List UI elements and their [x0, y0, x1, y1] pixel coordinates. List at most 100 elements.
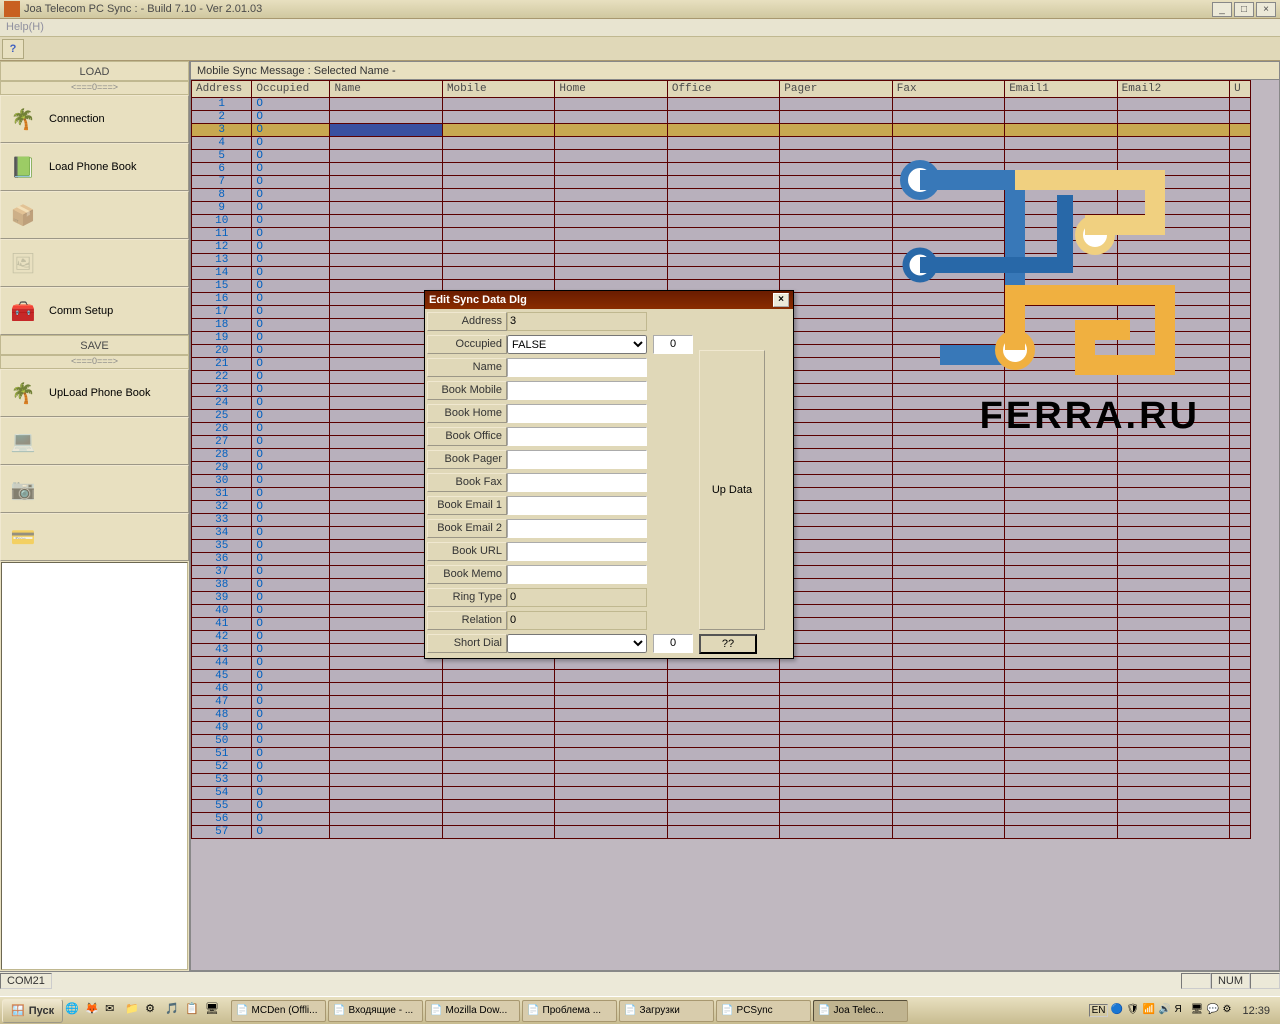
start-button[interactable]: 🪟Пуск: [2, 999, 63, 1023]
quicklaunch-icon[interactable]: 🎵: [165, 1002, 183, 1020]
up-data-button[interactable]: Up Data: [699, 350, 765, 630]
dialog-titlebar[interactable]: Edit Sync Data Dlg ×: [425, 291, 793, 309]
upload-phone-book-button[interactable]: 🌴 UpLoad Phone Book: [0, 369, 189, 417]
table-row[interactable]: 1O: [192, 98, 1251, 111]
close-button[interactable]: ×: [1256, 2, 1276, 17]
field-label: Book URL: [427, 542, 507, 561]
book-memo-field[interactable]: [507, 565, 647, 584]
table-row[interactable]: 56O: [192, 813, 1251, 826]
tray-icon[interactable]: Я: [1174, 1004, 1188, 1018]
table-row[interactable]: 55O: [192, 800, 1251, 813]
question-button[interactable]: ??: [699, 634, 757, 654]
tray-icon[interactable]: ⚙: [1222, 1004, 1236, 1018]
taskbar-task[interactable]: 📄Joa Telec...: [813, 1000, 908, 1022]
column-header[interactable]: Email2: [1117, 81, 1229, 98]
tray-icon[interactable]: 🛡: [1126, 1004, 1140, 1018]
table-row[interactable]: 49O: [192, 722, 1251, 735]
tray-icon[interactable]: 🖥: [1190, 1004, 1204, 1018]
palm-tree-icon: 🌴: [9, 105, 37, 133]
table-row[interactable]: 6O: [192, 163, 1251, 176]
taskbar-task[interactable]: 📄MCDen (Offli...: [231, 1000, 326, 1022]
book-fax-field[interactable]: [507, 473, 647, 492]
load-phone-book-button[interactable]: 📗 Load Phone Book: [0, 143, 189, 191]
table-row[interactable]: 12O: [192, 241, 1251, 254]
camera-icon: 📷: [9, 475, 37, 503]
table-row[interactable]: 51O: [192, 748, 1251, 761]
address-field: 3: [507, 312, 647, 331]
table-row[interactable]: 45O: [192, 670, 1251, 683]
book-pager-field[interactable]: [507, 450, 647, 469]
column-header[interactable]: Office: [667, 81, 779, 98]
dialog-close-button[interactable]: ×: [773, 293, 789, 307]
column-header[interactable]: Home: [555, 81, 667, 98]
table-row[interactable]: 48O: [192, 709, 1251, 722]
name-field[interactable]: [507, 358, 647, 377]
tray-icon[interactable]: 🔊: [1158, 1004, 1172, 1018]
book-url-field[interactable]: [507, 542, 647, 561]
table-row[interactable]: 3O: [192, 124, 1251, 137]
book-mobile-field[interactable]: [507, 381, 647, 400]
short-dial-select[interactable]: [507, 634, 647, 653]
column-header[interactable]: Address: [192, 81, 252, 98]
book-home-field[interactable]: [507, 404, 647, 423]
quicklaunch-icon[interactable]: 🌐: [65, 1002, 83, 1020]
table-row[interactable]: 46O: [192, 683, 1251, 696]
table-row[interactable]: 9O: [192, 202, 1251, 215]
column-header[interactable]: Fax: [892, 81, 1004, 98]
tray-icon[interactable]: 📶: [1142, 1004, 1156, 1018]
tray-icon[interactable]: 💬: [1206, 1004, 1220, 1018]
field-number[interactable]: 0: [653, 634, 693, 653]
book-icon: 📗: [9, 153, 37, 181]
field-label: Book Email 2: [427, 519, 507, 538]
field-label: Book Fax: [427, 473, 507, 492]
column-header[interactable]: U: [1230, 81, 1251, 98]
quicklaunch-icon[interactable]: ⚙: [145, 1002, 163, 1020]
table-row[interactable]: 2O: [192, 111, 1251, 124]
quicklaunch-icon[interactable]: 🖥: [205, 1002, 223, 1020]
table-row[interactable]: 11O: [192, 228, 1251, 241]
column-header[interactable]: Pager: [780, 81, 892, 98]
table-row[interactable]: 7O: [192, 176, 1251, 189]
minimize-button[interactable]: _: [1212, 2, 1232, 17]
quicklaunch-icon[interactable]: 📋: [185, 1002, 203, 1020]
lang-indicator[interactable]: EN: [1089, 1004, 1109, 1017]
table-row[interactable]: 54O: [192, 787, 1251, 800]
table-row[interactable]: 5O: [192, 150, 1251, 163]
table-row[interactable]: 14O: [192, 267, 1251, 280]
field-label: Book Office: [427, 427, 507, 446]
column-header[interactable]: Mobile: [442, 81, 554, 98]
maximize-button[interactable]: □: [1234, 2, 1254, 17]
table-row[interactable]: 57O: [192, 826, 1251, 839]
book-office-field[interactable]: [507, 427, 647, 446]
table-row[interactable]: 50O: [192, 735, 1251, 748]
clock[interactable]: 12:39: [1238, 1005, 1274, 1017]
table-row[interactable]: 53O: [192, 774, 1251, 787]
table-row[interactable]: 52O: [192, 761, 1251, 774]
table-row[interactable]: 4O: [192, 137, 1251, 150]
taskbar-task[interactable]: 📄Mozilla Dow...: [425, 1000, 520, 1022]
table-row[interactable]: 8O: [192, 189, 1251, 202]
table-row[interactable]: 13O: [192, 254, 1251, 267]
help-toolbar-button[interactable]: ?: [2, 39, 24, 59]
field-number[interactable]: 0: [653, 335, 693, 354]
tray-icon[interactable]: 🔵: [1110, 1004, 1124, 1018]
taskbar-task[interactable]: 📄Проблема ...: [522, 1000, 617, 1022]
menu-help[interactable]: Help(H): [6, 21, 44, 33]
table-row[interactable]: 10O: [192, 215, 1251, 228]
column-header[interactable]: Name: [330, 81, 442, 98]
quicklaunch-icon[interactable]: 🦊: [85, 1002, 103, 1020]
book-email2-field[interactable]: [507, 519, 647, 538]
occupied-select[interactable]: FALSE: [507, 335, 647, 354]
column-header[interactable]: Occupied: [252, 81, 330, 98]
taskbar-task[interactable]: 📄Входящие - ...: [328, 1000, 423, 1022]
table-row[interactable]: 47O: [192, 696, 1251, 709]
column-header[interactable]: Email1: [1005, 81, 1117, 98]
connection-button[interactable]: 🌴 Connection: [0, 95, 189, 143]
comm-setup-button[interactable]: 🧰 Comm Setup: [0, 287, 189, 335]
quicklaunch-icon[interactable]: ✉: [105, 1002, 123, 1020]
taskbar-task[interactable]: 📄Загрузки: [619, 1000, 714, 1022]
book-email1-field[interactable]: [507, 496, 647, 515]
quicklaunch-icon[interactable]: 📁: [125, 1002, 143, 1020]
relation-field: 0: [507, 611, 647, 630]
taskbar-task[interactable]: 📄PCSync: [716, 1000, 811, 1022]
